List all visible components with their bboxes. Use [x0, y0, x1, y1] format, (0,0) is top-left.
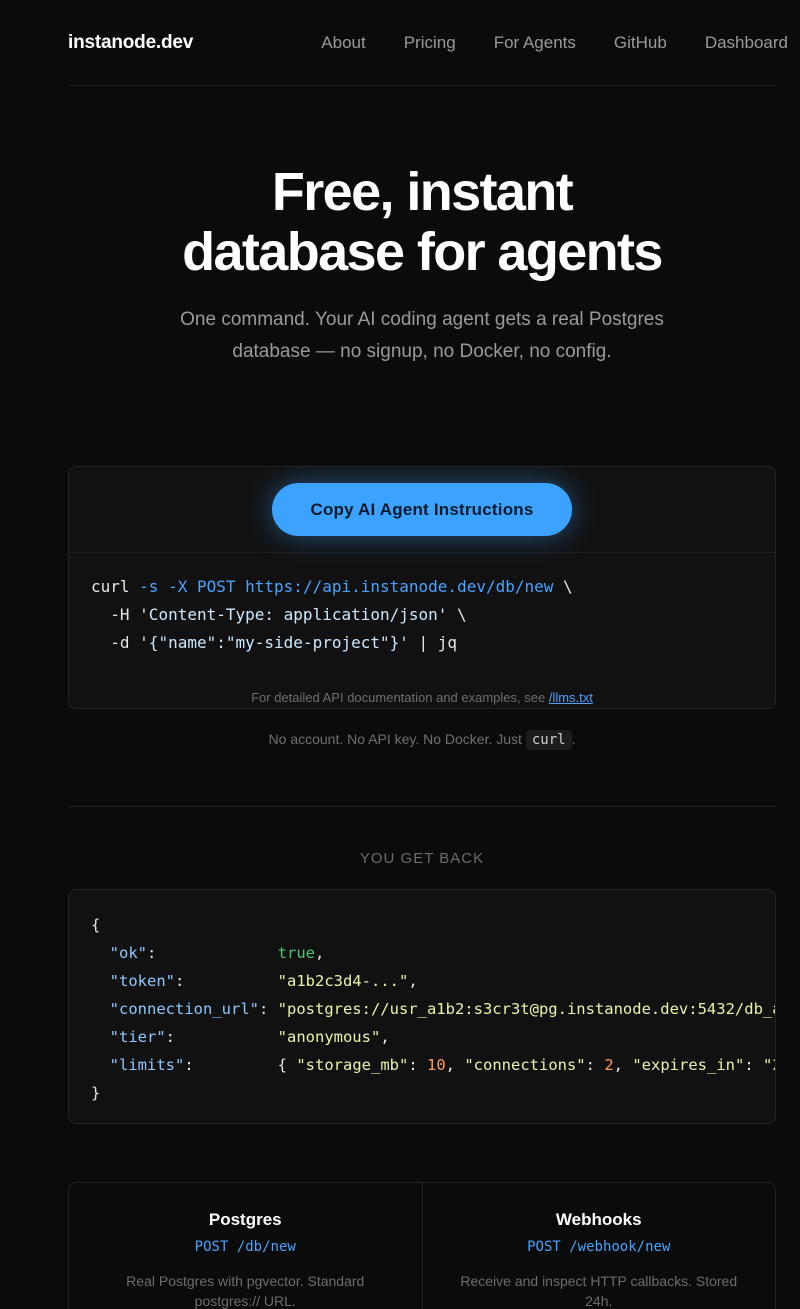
api-doc-note: For detailed API documentation and examp… — [69, 690, 775, 705]
json-tail: , — [314, 944, 325, 962]
tagline-text: No account. No API key. No Docker. Just — [268, 731, 526, 747]
json-sep: : — [258, 1000, 278, 1018]
tagline-end: . — [571, 731, 576, 747]
copy-agent-instructions-button[interactable]: Copy AI Agent Instructions — [272, 483, 572, 536]
json-brace: { — [91, 916, 101, 934]
json-sep: : — [184, 1056, 278, 1074]
json-value: "anonymous" — [277, 1028, 381, 1046]
json-sep: : — [147, 944, 278, 962]
code-token: \ — [447, 605, 467, 624]
json-value: "postgres://usr_a1b2:s3cr3t@pg.instanode… — [277, 1000, 776, 1018]
feature-title: Postgres — [208, 1210, 282, 1229]
json-sep: : — [175, 972, 278, 990]
code-token: -d — [91, 633, 140, 652]
json-tail: , — [408, 972, 418, 990]
json-sep: : — [165, 1028, 278, 1046]
nav-link-github[interactable]: GitHub — [576, 33, 667, 53]
response-json-code[interactable]: { "ok": true, "token": "a1b2c3d4-...", "… — [68, 889, 776, 1124]
tagline: No account. No API key. No Docker. Just … — [68, 730, 776, 750]
json-tail: , — [380, 1028, 390, 1046]
hero-subtitle: One command. Your AI coding agent gets a… — [180, 309, 664, 362]
json-key: "connections" — [464, 1056, 586, 1074]
hero-title: Free, instant database for agents — [142, 162, 702, 282]
json-value: "2 — [763, 1056, 775, 1074]
code-token: | jq — [408, 633, 458, 652]
hero-title-line1: Free, instant — [271, 162, 574, 222]
json-value: 10 — [426, 1056, 446, 1074]
nav-links: About Pricing For Agents GitHub Dashboar… — [283, 33, 788, 53]
json-key: "connection_url" — [109, 1000, 259, 1018]
json-key: "token" — [109, 972, 175, 990]
tagline-code: curl — [525, 730, 572, 750]
response-section-label: YOU GET BACK — [359, 850, 485, 867]
feature-description: Real Postgres with pgvector. Standard po… — [126, 1273, 365, 1309]
section-divider — [68, 806, 776, 807]
code-token: \ — [553, 577, 573, 596]
json-key: "ok" — [109, 944, 147, 962]
json-value: true — [277, 944, 315, 962]
code-token: -s -X POST — [139, 577, 246, 596]
feature-card-webhooks: Webhooks POST /webhook/new Receive and i… — [421, 1183, 776, 1309]
nav-link-dashboard[interactable]: Dashboard — [667, 33, 788, 53]
hero-title-line2: database for agents — [182, 222, 663, 282]
json-key: "tier" — [109, 1028, 166, 1046]
json-key: "storage_mb" — [296, 1056, 409, 1074]
feature-title: Webhooks — [555, 1210, 642, 1229]
code-token: -H — [91, 605, 140, 624]
json-value: "a1b2c3d4-..." — [277, 972, 409, 990]
feature-grid: Postgres POST /db/new Real Postgres with… — [68, 1182, 776, 1309]
json-brace: { — [277, 1056, 297, 1074]
code-token: 'Content-Type: application/json' — [139, 605, 448, 624]
json-key: "expires_in" — [632, 1056, 745, 1074]
feature-card-postgres: Postgres POST /db/new Real Postgres with… — [69, 1183, 422, 1309]
nav-link-for-agents[interactable]: For Agents — [456, 33, 576, 53]
nav-link-pricing[interactable]: Pricing — [366, 33, 456, 53]
top-nav: instanode.dev About Pricing For Agents G… — [68, 0, 788, 86]
install-card-header: Copy AI Agent Instructions — [69, 467, 775, 553]
feature-endpoint: POST /webhook/new — [527, 1239, 671, 1255]
code-token: https://api.instanode.dev/db/new — [245, 577, 554, 596]
hero: Free, instant database for agents One co… — [68, 86, 776, 368]
nav-link-about[interactable]: About — [283, 33, 365, 53]
json-key: "limits" — [109, 1056, 185, 1074]
code-token: curl — [91, 577, 140, 596]
feature-endpoint: POST /db/new — [194, 1239, 296, 1255]
json-value: 2 — [604, 1056, 614, 1074]
llms-txt-link[interactable]: /llms.txt — [549, 690, 593, 705]
curl-command-code[interactable]: curl -s -X POST https://api.instanode.de… — [69, 553, 775, 657]
feature-description: Receive and inspect HTTP callbacks. Stor… — [460, 1273, 738, 1309]
json-brace: } — [91, 1084, 101, 1102]
code-token: '{"name":"my-side-project"}' — [139, 633, 409, 652]
install-card: Copy AI Agent Instructions curl -s -X PO… — [68, 466, 776, 709]
site-logo[interactable]: instanode.dev — [68, 32, 193, 54]
api-doc-note-text: For detailed API documentation and examp… — [251, 690, 549, 705]
